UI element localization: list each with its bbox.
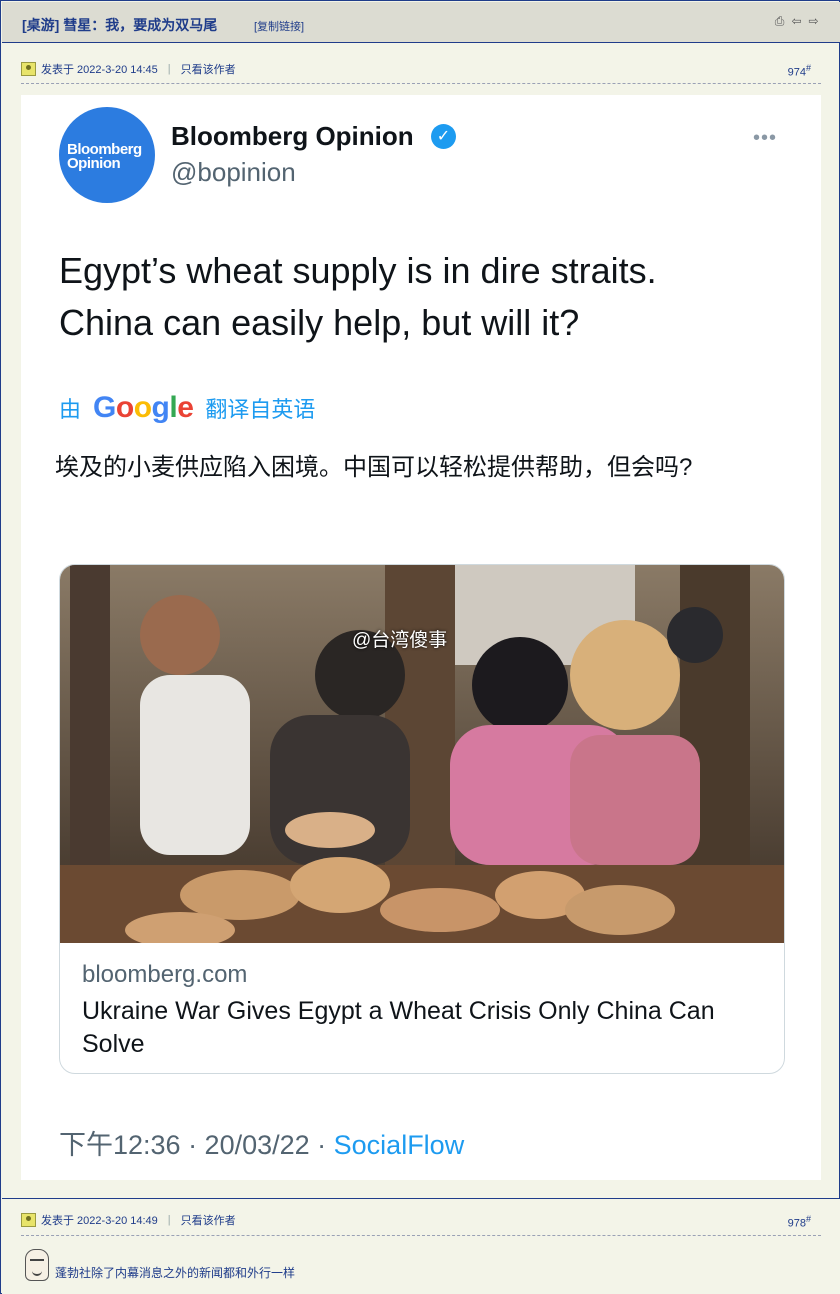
tweet-text: Egypt’s wheat supply is in dire straits.… xyxy=(59,250,657,343)
separator: | xyxy=(167,1214,171,1226)
floor-mark: # xyxy=(805,63,811,73)
floor-value-2: 978 xyxy=(787,1217,806,1230)
translate-prefix: 由 xyxy=(59,397,82,422)
avatar[interactable]: Bloomberg Opinion xyxy=(59,107,155,203)
tweet-card: Bloomberg Opinion Bloomberg Opinion ✓ @b… xyxy=(21,95,821,1180)
thread-header: [桌游] 彗星：我，要成为双马尾 [复制链接] ⎙ ⇦ ⇨ xyxy=(2,2,840,43)
weibo-watermark: @台湾傻事 xyxy=(352,630,448,651)
floor-number-2[interactable]: 978# xyxy=(788,1214,811,1230)
translated-text: 埃及的小麦供应陷入困境。中国可以轻松提供帮助，但会吗? xyxy=(55,454,693,481)
only-author-link-2[interactable]: 只看该作者 xyxy=(181,1212,236,1228)
tweet-handle[interactable]: @bopinion xyxy=(171,157,296,188)
prev-icon[interactable]: ⇦ xyxy=(790,15,803,28)
reply-content: 蓬勃社除了内幕消息之外的新闻都和外行一样 xyxy=(25,1249,295,1281)
separator: | xyxy=(167,63,171,75)
divider xyxy=(21,83,821,84)
link-domain: bloomberg.com xyxy=(82,961,248,988)
tweet-author-name[interactable]: Bloomberg Opinion xyxy=(171,121,414,152)
tweet-timestamp: 下午12:36 · 20/03/22 · SocialFlow xyxy=(59,1123,464,1162)
floor-mark-2: # xyxy=(805,1214,811,1224)
print-icon[interactable]: ⎙ xyxy=(773,15,786,28)
more-options-icon[interactable]: ••• xyxy=(753,127,777,150)
link-info: bloomberg.com Ukraine War Gives Egypt a … xyxy=(82,961,762,1061)
post-meta: 发表于 2022-3-20 14:45 | 只看该作者 xyxy=(21,61,236,77)
thread-title[interactable]: [桌游] 彗星：我，要成为双马尾 xyxy=(22,15,217,35)
divider xyxy=(21,1235,821,1236)
post-time: 发表于 2022-3-20 14:45 xyxy=(41,64,158,76)
thread-title-text[interactable]: [桌游] 彗星：我，要成为双马尾 xyxy=(22,17,217,33)
forum-thread-frame: [桌游] 彗星：我，要成为双马尾 [复制链接] ⎙ ⇦ ⇨ 发表于 2022-3… xyxy=(0,0,840,1294)
next-icon[interactable]: ⇨ xyxy=(807,15,820,28)
article-photo xyxy=(60,565,784,943)
user-icon[interactable] xyxy=(21,1213,36,1227)
copy-link[interactable]: [复制链接] xyxy=(254,18,304,34)
translate-attribution[interactable]: 由 Google 翻译自英语 xyxy=(59,391,315,425)
floor-value: 974 xyxy=(787,66,806,79)
link-headline[interactable]: Ukraine War Gives Egypt a Wheat Crisis O… xyxy=(82,995,762,1061)
only-author-link[interactable]: 只看该作者 xyxy=(181,61,236,77)
floor-number[interactable]: 974# xyxy=(788,63,811,79)
avatar-logo-line2: Opinion xyxy=(67,155,121,172)
post-meta-2: 发表于 2022-3-20 14:49 | 只看该作者 xyxy=(21,1212,236,1228)
verified-icon: ✓ xyxy=(431,124,456,149)
translate-suffix: 翻译自英语 xyxy=(205,397,316,422)
emoticon-icon xyxy=(25,1249,49,1281)
tweet-time[interactable]: 下午12:36 · 20/03/22 · xyxy=(59,1130,334,1160)
user-icon[interactable] xyxy=(21,62,36,76)
link-preview-card[interactable]: @台湾傻事 bloomberg.com Ukraine War Gives Eg… xyxy=(59,564,785,1074)
post-time-2: 发表于 2022-3-20 14:49 xyxy=(41,1215,158,1227)
google-logo: Google xyxy=(93,391,194,424)
reply-text: 蓬勃社除了内幕消息之外的新闻都和外行一样 xyxy=(55,1266,296,1280)
thread-tools: ⎙ ⇦ ⇨ xyxy=(773,15,820,28)
tweet-source[interactable]: SocialFlow xyxy=(334,1130,465,1160)
